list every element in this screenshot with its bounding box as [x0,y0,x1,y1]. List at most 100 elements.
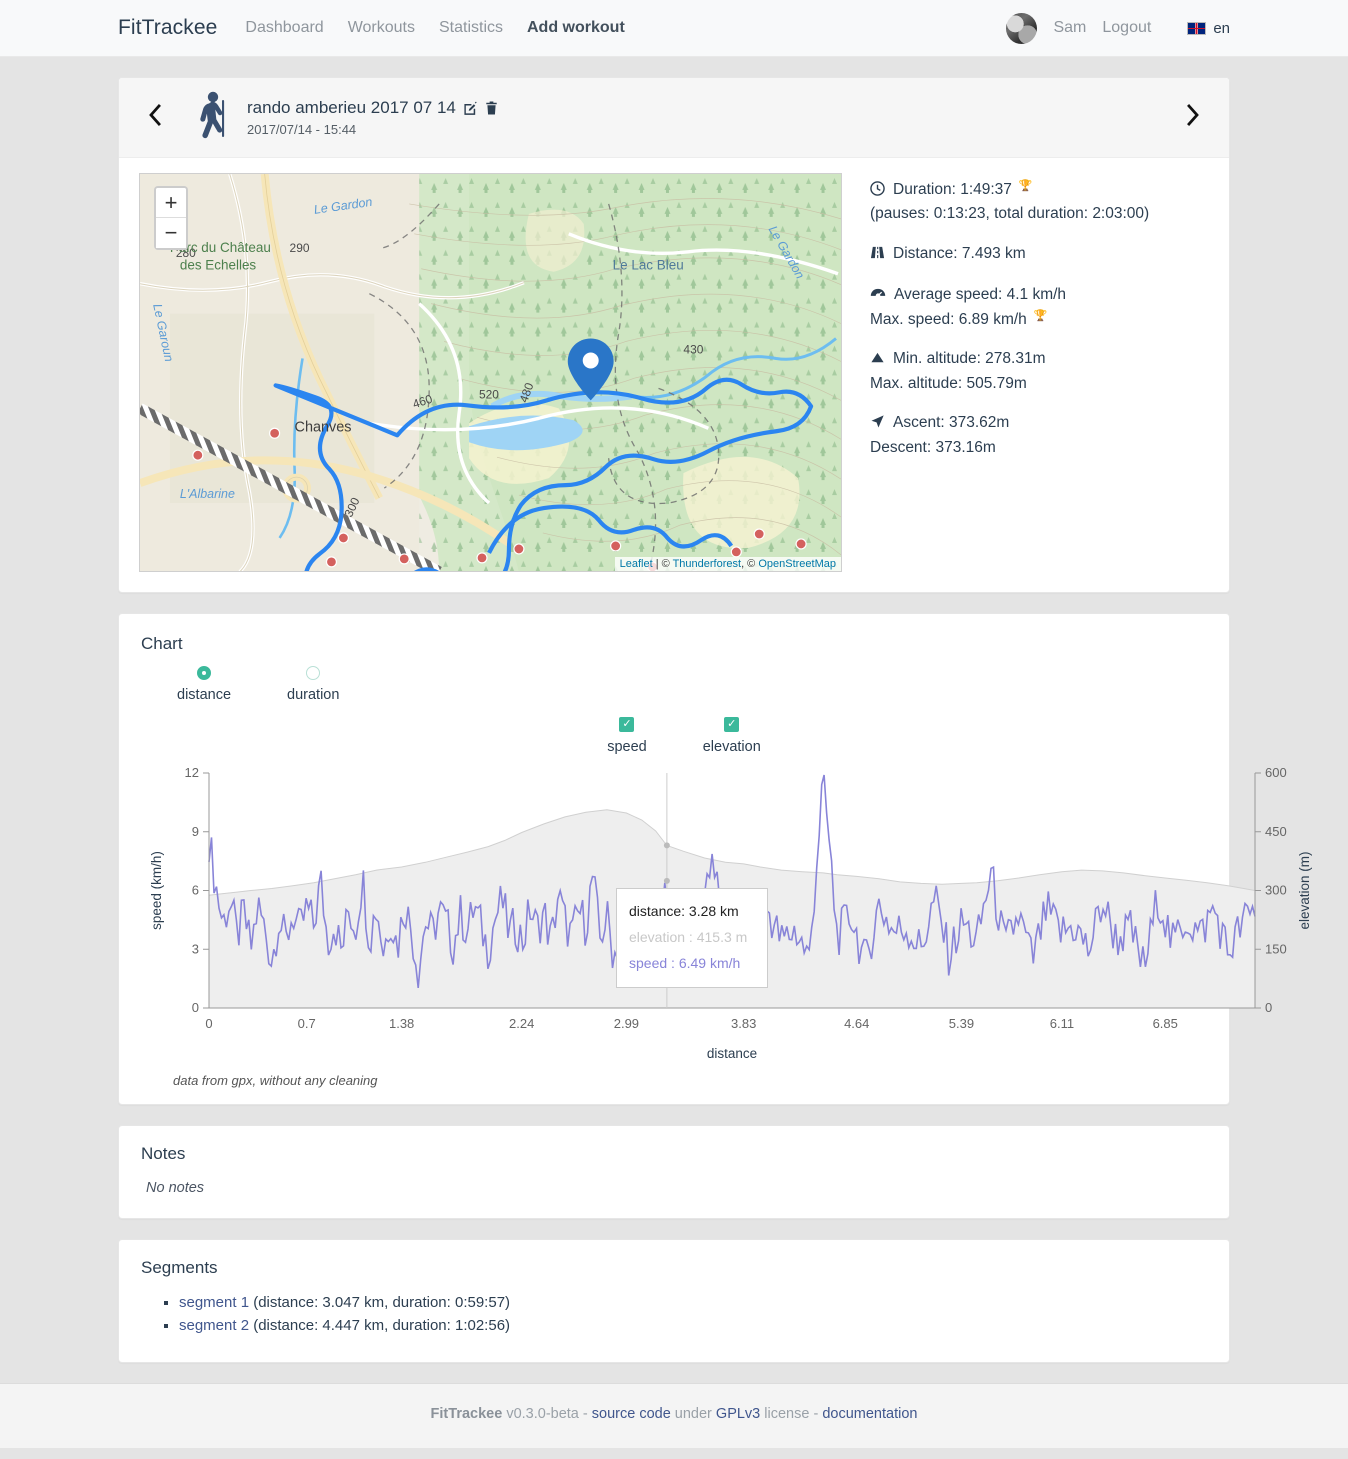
logout-link[interactable]: Logout [1102,19,1151,37]
x-tick-label: 1.38 [389,1016,414,1031]
page-root: FitTrackee Dashboard Workouts Statistics… [0,0,1348,1459]
zoom-in-button[interactable]: + [156,188,186,218]
footer-under: under [670,1406,716,1422]
stat-group-speed: Average speed: 4.1 km/h Max. speed: 6.89… [870,284,1149,331]
radio-duration[interactable]: duration [287,666,339,703]
segment-link-2[interactable]: segment 2 [179,1317,249,1334]
tachometer-icon [870,286,886,308]
checkbox-speed[interactable]: ✓ speed [607,717,647,755]
x-tick-label: 5.39 [949,1016,974,1031]
radio-duration-label: duration [287,687,340,703]
y2-tick-label: 300 [1265,883,1287,898]
x-tick-label: 4.64 [844,1016,869,1031]
map-label-albarine: L'Albarine [180,487,235,501]
stat-group-distance: Distance: 7.493 km [870,243,1149,267]
nav-link-statistics[interactable]: Statistics [439,19,503,37]
footer-documentation-link[interactable]: documentation [822,1406,917,1422]
map-label-chanves: Chanves [295,419,352,435]
openstreetmap-link[interactable]: OpenStreetMap [758,558,836,570]
nav-link-dashboard[interactable]: Dashboard [245,19,323,37]
checkbox-speed-control[interactable]: ✓ [619,717,635,732]
nav-link-workouts[interactable]: Workouts [348,19,415,37]
segment-link-1[interactable]: segment 1 [179,1294,249,1311]
map-attribution: Leaflet | © Thunderforest, © OpenStreetM… [614,557,841,571]
y2-axis-title: elevation (m) [1297,851,1312,929]
y-tick-label: 9 [192,824,199,839]
avatar[interactable] [1006,12,1038,44]
checkbox-elevation[interactable]: ✓ elevation [703,717,761,755]
language-selector[interactable]: en [1187,20,1230,37]
zoom-out-button[interactable]: − [156,218,186,248]
attr-sep-1: | © [652,558,673,570]
y-tick-label: 6 [192,883,199,898]
attr-sep-2: , © [741,558,759,570]
chart-cursor-dot-elevation [663,842,670,849]
map-label-contour-520: 520 [479,387,499,401]
thunderforest-link[interactable]: Thunderforest [673,558,741,570]
chart-axis-radios: distance duration [141,666,1207,703]
leaflet-link[interactable]: Leaflet [620,558,653,570]
map-label-lac: Le Lac Bleu [613,258,684,273]
y2-tick-label: 600 [1265,765,1287,780]
segments-list: segment 1 (distance: 3.047 km, duration:… [141,1294,1207,1334]
footer-source-link[interactable]: source code [592,1406,671,1422]
chart-plot-area[interactable]: 0 3 6 9 12 600 450 300 150 0 0 0.7 1.38 2.24 2.99 3.83 4… [141,763,1312,1063]
x-tick-label: 2.99 [614,1016,639,1031]
chart-cursor-dot-speed [663,877,670,884]
radio-duration-control[interactable] [306,666,321,680]
navbar: FitTrackee Dashboard Workouts Statistics… [0,0,1348,57]
footer-license-link[interactable]: GPLv3 [716,1406,760,1422]
brand-logo[interactable]: FitTrackee [118,16,217,40]
average-speed-row: Average speed: 4.1 km/h [870,284,1149,308]
map-label-contour-290: 290 [290,241,310,255]
workout-titles: rando amberieu 2017 07 14 2017/07/14 - 1… [247,98,498,137]
segments-card: Segments segment 1 (distance: 3.047 km, … [118,1239,1230,1363]
main-container: rando amberieu 2017 07 14 2017/07/14 - 1… [0,57,1348,1363]
ascent-row: Ascent: 373.62m [870,412,1149,436]
y-tick-label: 0 [192,1000,199,1015]
workout-title: rando amberieu 2017 07 14 [247,98,456,117]
x-tick-label: 0 [205,1016,212,1031]
mountain-icon [870,350,885,372]
workout-map[interactable]: Le Gardon Le Gardon 280 290 430 460 480 … [139,173,842,572]
list-item: segment 1 (distance: 3.047 km, duration:… [179,1294,1207,1311]
max-speed-row: Max. speed: 6.89 km/h 🏆 [870,309,1149,331]
list-item: segment 2 (distance: 4.447 km, duration:… [179,1317,1207,1334]
map-label-parc-line2: des Echelles [180,258,257,273]
x-tick-label: 0.7 [298,1016,316,1031]
username-label[interactable]: Sam [1053,19,1086,37]
tooltip-distance: distance: 3.28 km [629,903,739,919]
workout-stats: Duration: 1:49:37 🏆 (pauses: 0:13:23, to… [870,173,1149,572]
trophy-icon-duration: 🏆 [1018,180,1033,192]
tooltip-elevation: elevation : 415.3 m [629,928,748,945]
radio-distance-label: distance [177,687,232,703]
max-altitude-label: Max. altitude: 505.79m [870,374,1027,392]
footer-brand: FitTrackee [430,1406,503,1422]
edit-icon[interactable] [463,101,478,116]
max-speed-label: Max. speed: 6.89 km/h [870,310,1027,328]
min-altitude-row: Min. altitude: 278.31m [870,348,1149,372]
duration-label: Duration: 1:49:37 [893,181,1012,198]
trash-icon[interactable] [485,100,498,116]
chart-tooltip: distance: 3.28 km elevation : 415.3 m sp… [616,888,768,988]
footer-license-suffix: license - [760,1406,823,1422]
radio-distance[interactable]: distance [177,666,231,703]
distance-label: Distance: 7.493 km [893,244,1026,262]
workout-title-row: rando amberieu 2017 07 14 [247,98,498,118]
workout-body: Le Gardon Le Gardon 280 290 430 460 480 … [119,158,1229,592]
y-axis-title: speed (km/h) [149,851,164,930]
previous-workout-button[interactable] [141,103,169,132]
next-workout-button[interactable] [1179,103,1207,132]
nav-link-add-workout[interactable]: Add workout [527,19,625,37]
nav-links: Dashboard Workouts Statistics Add workou… [245,19,624,37]
radio-distance-control[interactable] [197,666,211,680]
y-tick-label: 12 [185,765,199,780]
checkbox-elevation-control[interactable]: ✓ [724,717,740,732]
tooltip-speed: speed : 6.49 km/h [629,954,741,971]
segments-title: Segments [141,1258,218,1277]
x-tick-label: 6.11 [1050,1016,1074,1031]
notes-card: Notes No notes [118,1125,1230,1219]
min-altitude-label: Min. altitude: 278.31m [893,350,1046,368]
footer-version: v0.3.0-beta - [502,1406,592,1422]
map-zoom-controls[interactable]: + − [154,186,188,250]
